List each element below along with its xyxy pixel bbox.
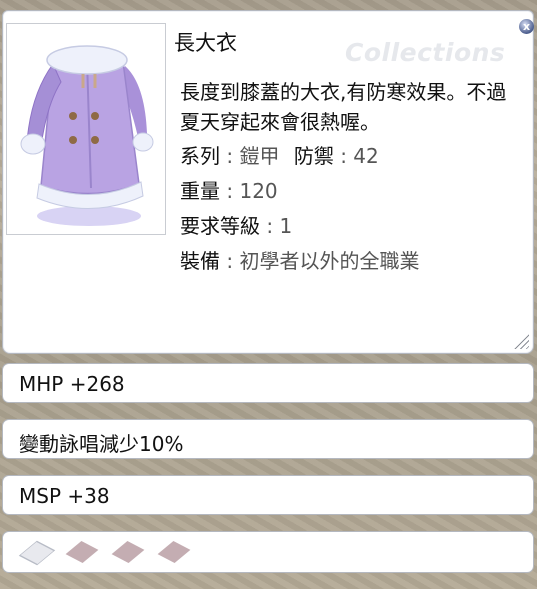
coat-button [69,136,77,144]
prop-defense-label: 防禦 [293,144,334,168]
item-name: 長大衣 [174,31,237,55]
prop-defense-value: 42 [353,144,379,168]
coat-fur-collar [46,45,128,75]
item-image-frame [6,23,166,235]
card-slot-row [2,531,534,573]
card-slot-icon[interactable] [18,540,56,566]
item-description: 長度到膝蓋的大衣,有防寒效果。不過夏天穿起來會很熱喔。 [180,80,507,134]
stat-text-mhp: MHP +268 [19,372,125,396]
close-icon[interactable]: x [519,19,534,34]
prop-series-value: 鎧甲 [239,144,280,168]
prop-weight-label: 重量 [180,179,220,203]
card-slot-icon[interactable] [65,540,99,564]
item-info-window: Collections 長大衣 x 長度到膝蓋的大衣,有防寒效果。不過夏天穿起來… [0,0,537,589]
prop-equip: 裝備 : 初學者以外的全職業 [180,249,420,273]
stat-text-cast: 變動詠唱減少10% [19,432,184,456]
stat-row: MHP +268 [2,363,534,403]
prop-series-label: 系列 [180,144,220,168]
prop-level-label: 要求等級 [180,214,260,238]
prop-level-value: 1 [279,214,293,238]
coat-button [69,112,77,120]
prop-equip-value: 初學者以外的全職業 [239,249,420,273]
stat-row: 變動詠唱減少10% [2,419,534,459]
coat-fur-cuff-right [132,132,154,152]
coat-button [91,112,99,120]
resize-grip-icon[interactable] [511,331,529,349]
card-slot-icon[interactable] [111,540,145,564]
coat-button [91,136,99,144]
collections-watermark: Collections [345,38,506,67]
prop-weight-value: 120 [239,179,278,203]
coat-illustration [20,45,154,226]
prop-level: 要求等級 : 1 [180,214,293,238]
card-slot-icon[interactable] [157,540,191,564]
stat-row: MSP +38 [2,475,534,515]
coat-fur-cuff-left [20,133,46,155]
stat-text-msp: MSP +38 [19,484,110,508]
prop-series: 系列 : 鎧甲 防禦 : 42 [180,144,379,168]
prop-weight: 重量 : 120 [180,179,278,203]
item-details-panel: Collections 長大衣 x 長度到膝蓋的大衣,有防寒效果。不過夏天穿起來… [2,10,534,354]
prop-equip-label: 裝備 [180,249,220,273]
